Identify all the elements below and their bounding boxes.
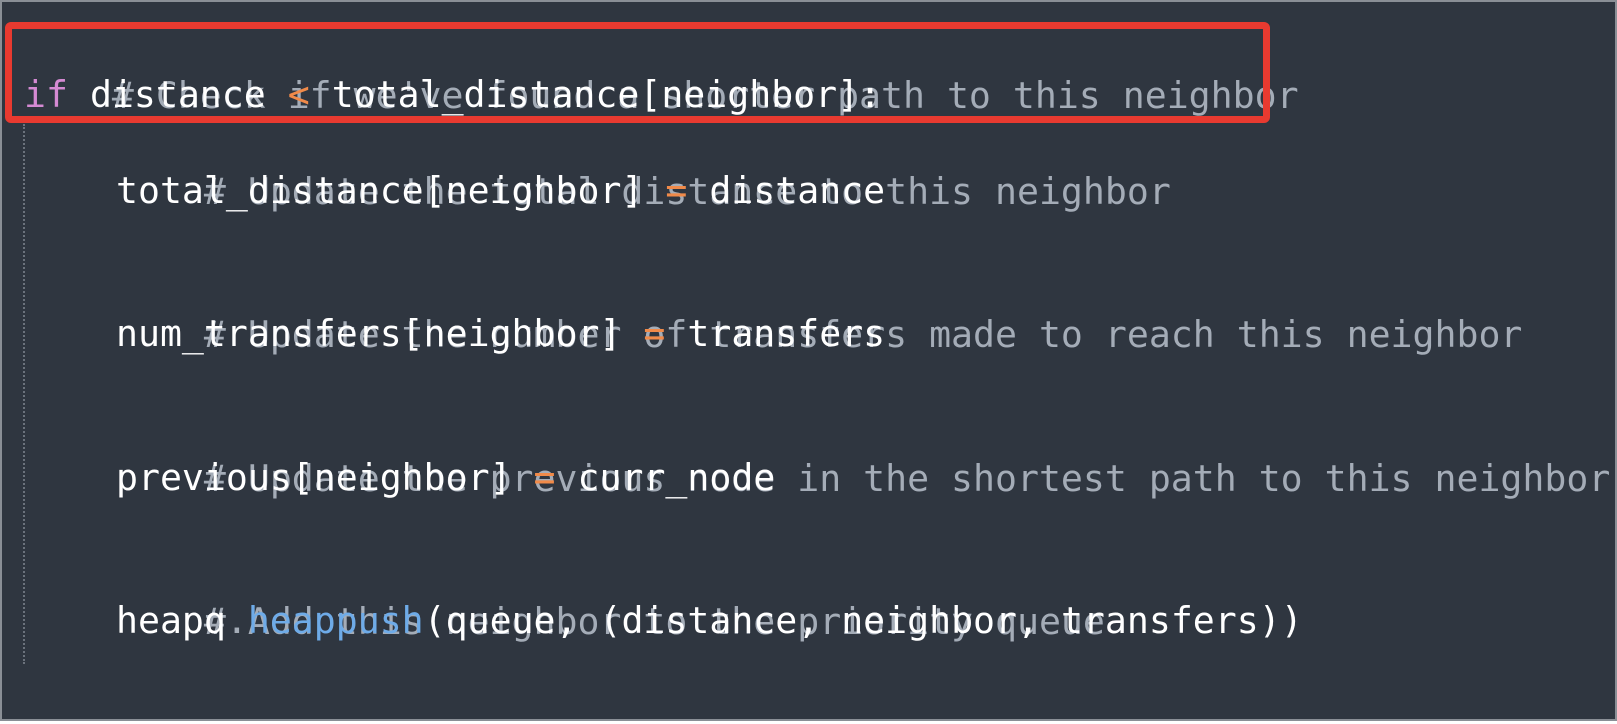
indent-guide (23, 124, 25, 664)
identifier: curr_node (577, 456, 776, 499)
identifier: total_distance[neighbor] (116, 169, 644, 212)
identifier: num_transfers[neighbor] (116, 312, 622, 355)
code-line-10: heapq.heappush(queue, (distance, neighbo… (116, 596, 1303, 645)
highlight-box (5, 22, 1270, 123)
identifier: previous[neighbor] (116, 456, 512, 499)
dot: . (225, 599, 248, 642)
operator: = (533, 456, 556, 499)
identifier: heapq (116, 599, 226, 642)
code-line-8: previous[neighbor] = curr_node (116, 453, 775, 502)
call-arguments: (queue, (distance, neighbor, transfers)) (423, 599, 1303, 642)
code-line-7: # Update the previous node in the shorte… (116, 405, 1610, 500)
code-editor: # Check if we've found a shorter path to… (0, 0, 1617, 721)
code-line-9: # Add this neighbor to the priority queu… (116, 548, 1105, 643)
operator: = (665, 169, 688, 212)
function-name: heappush (247, 599, 424, 642)
code-line-5: # Update the number of transfers made to… (116, 261, 1523, 356)
identifier: transfers (687, 312, 886, 355)
identifier: distance (709, 169, 886, 212)
code-line-6: num_transfers[neighbor] = transfers (116, 309, 885, 358)
operator: = (643, 312, 666, 355)
code-line-3: # Update the total distance to this neig… (116, 118, 1171, 213)
code-line-4: total_distance[neighbor] = distance (116, 166, 885, 215)
